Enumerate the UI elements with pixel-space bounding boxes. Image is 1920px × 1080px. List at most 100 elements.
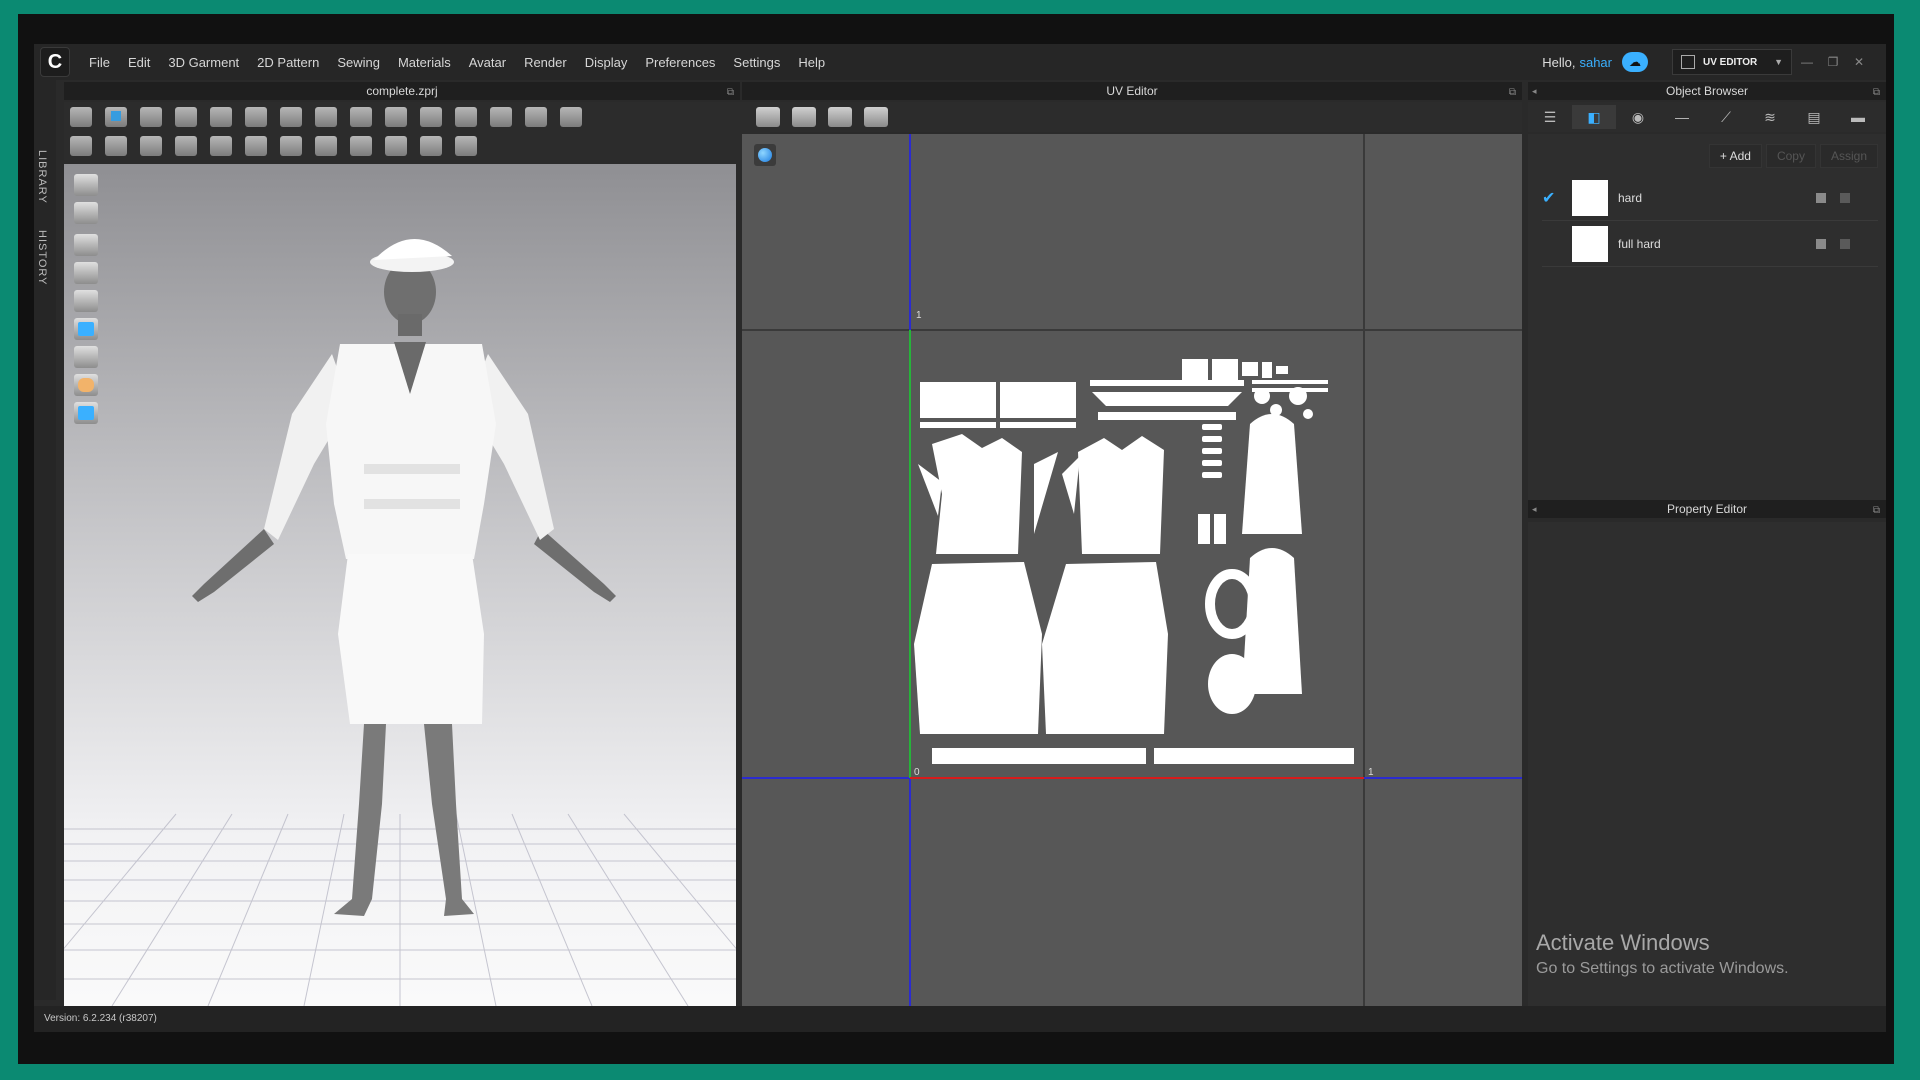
uv-toolbar: [742, 102, 1522, 132]
version-label: Version: 6.2.234 (r38207): [44, 1013, 157, 1024]
view3d-title-bar: complete.zprj ⧉: [64, 82, 740, 100]
show-skin-icon[interactable]: [74, 374, 98, 396]
uv-snapshot-icon[interactable]: [756, 107, 780, 127]
mode-label: UV EDITOR: [1703, 56, 1758, 68]
app-logo[interactable]: C: [40, 47, 70, 77]
menu-display[interactable]: Display: [576, 55, 637, 70]
menu-settings[interactable]: Settings: [724, 55, 789, 70]
material-row[interactable]: ✔ hard: [1542, 176, 1878, 221]
figure-tool-icon[interactable]: [560, 106, 582, 127]
show-texture-icon[interactable]: [74, 262, 98, 284]
user-name[interactable]: sahar: [1579, 55, 1612, 70]
trim-tab-icon[interactable]: ▬: [1836, 105, 1880, 129]
pleat-tool-icon[interactable]: [315, 135, 337, 156]
topstitch-tab-icon[interactable]: ⟋: [1704, 105, 1748, 129]
menu-avatar[interactable]: Avatar: [460, 55, 515, 70]
menu-right-area: Hello, sahar ☁ UV EDITOR ▼ — ❐ ✕: [1542, 44, 1886, 80]
avatar-tool-icon[interactable]: [420, 106, 442, 127]
transform-tool-icon[interactable]: [140, 106, 162, 127]
menu-preferences[interactable]: Preferences: [636, 55, 724, 70]
material-row[interactable]: full hard: [1542, 222, 1878, 267]
menu-2d-pattern[interactable]: 2D Pattern: [248, 55, 328, 70]
cloud-icon[interactable]: ☁: [1622, 52, 1648, 72]
menu-3d-garment[interactable]: 3D Garment: [159, 55, 248, 70]
trim-tool-icon[interactable]: [280, 135, 302, 156]
show-environment-icon[interactable]: [74, 402, 98, 424]
sphere-icon: [758, 148, 772, 162]
activation-watermark: Activate Windows Go to Settings to activ…: [1536, 930, 1789, 978]
menu-sewing[interactable]: Sewing: [328, 55, 389, 70]
show-mesh-icon[interactable]: [74, 346, 98, 368]
menu-file[interactable]: File: [80, 55, 119, 70]
graphic-tool-icon[interactable]: [385, 135, 407, 156]
pen-tool-icon[interactable]: [350, 106, 372, 127]
show-pattern-icon[interactable]: [74, 234, 98, 256]
tab-library[interactable]: LIBRARY: [36, 150, 48, 204]
edit-material-icon[interactable]: [1816, 193, 1826, 203]
menu-materials[interactable]: Materials: [389, 55, 460, 70]
button-tab-icon[interactable]: ◉: [1616, 105, 1660, 129]
select-tool-icon[interactable]: [70, 106, 92, 127]
menu-render[interactable]: Render: [515, 55, 576, 70]
edit-material-icon[interactable]: [1816, 239, 1826, 249]
uv-rotate-icon[interactable]: [792, 107, 816, 127]
zipper-tool-icon[interactable]: [245, 135, 267, 156]
fold-tool-icon[interactable]: [210, 106, 232, 127]
collapse-icon[interactable]: ◂: [1532, 82, 1537, 100]
pin-tool-icon[interactable]: [315, 106, 337, 127]
list-view-icon[interactable]: ☰: [1528, 105, 1572, 129]
needle-tool-icon[interactable]: [105, 135, 127, 156]
close-button[interactable]: ✕: [1848, 55, 1870, 69]
stitch-tool-icon[interactable]: [140, 135, 162, 156]
move-tool-icon[interactable]: [105, 106, 127, 127]
arrange-tool-icon[interactable]: [245, 106, 267, 127]
sew-tool-icon[interactable]: [70, 135, 92, 156]
menu-help[interactable]: Help: [789, 55, 834, 70]
floor-grid: [64, 813, 736, 1006]
delete-material-icon[interactable]: [1840, 239, 1850, 249]
menu-edit[interactable]: Edit: [119, 55, 159, 70]
greeting: Hello, sahar: [1542, 54, 1612, 70]
show-skeleton-icon[interactable]: [74, 290, 98, 312]
topstitch-tool-icon[interactable]: [350, 135, 372, 156]
shirt-tool-icon[interactable]: [490, 106, 512, 127]
tuck-tool-icon[interactable]: [280, 106, 302, 127]
split-tool-icon[interactable]: [455, 135, 477, 156]
add-button[interactable]: + Add: [1708, 144, 1762, 168]
restore-button[interactable]: ❐: [1822, 55, 1844, 69]
graphic-tab-icon[interactable]: ▤: [1792, 105, 1836, 129]
viewport-3d[interactable]: [64, 164, 736, 1006]
zipper-tab-icon[interactable]: ≋: [1748, 105, 1792, 129]
assign-button[interactable]: Assign: [1819, 144, 1878, 168]
texture-tool-icon[interactable]: [420, 135, 442, 156]
show-avatar-icon[interactable]: [74, 174, 98, 196]
material-swatch: [1572, 180, 1608, 216]
buttonhole-tab-icon[interactable]: ―: [1660, 105, 1704, 129]
fabric-tool-icon[interactable]: [455, 106, 477, 127]
minimize-button[interactable]: —: [1796, 55, 1818, 69]
pants-tool-icon[interactable]: [525, 106, 547, 127]
measure-tool-icon[interactable]: [385, 106, 407, 127]
mode-selector[interactable]: UV EDITOR ▼: [1672, 49, 1792, 75]
collapse-icon[interactable]: ◂: [1532, 500, 1537, 518]
fabric-tab-icon[interactable]: ◧: [1572, 105, 1616, 129]
tab-history[interactable]: HISTORY: [36, 230, 48, 286]
popout-icon[interactable]: ⧉: [1509, 84, 1516, 102]
uv-viewport[interactable]: 1 0 1: [742, 134, 1522, 1006]
buttonhole-tool-icon[interactable]: [210, 135, 232, 156]
garment-tool-icon[interactable]: [175, 106, 197, 127]
uv-label-origin: 0: [914, 767, 920, 778]
menu-bar: C File Edit 3D Garment 2D Pattern Sewing…: [34, 44, 1886, 80]
show-garment-icon[interactable]: [74, 202, 98, 224]
uv-label-top: 1: [916, 310, 922, 321]
copy-button[interactable]: Copy: [1765, 144, 1816, 168]
button-tool-icon[interactable]: [175, 135, 197, 156]
uv-scale-icon[interactable]: [864, 107, 888, 127]
uv-sphere-button[interactable]: [754, 144, 776, 166]
uv-transform-icon[interactable]: [828, 107, 852, 127]
delete-material-icon[interactable]: [1840, 193, 1850, 203]
popout-icon[interactable]: ⧉: [1873, 84, 1880, 102]
popout-icon[interactable]: ⧉: [727, 84, 734, 102]
show-uv-icon[interactable]: [74, 318, 98, 340]
popout-icon[interactable]: ⧉: [1873, 502, 1880, 520]
